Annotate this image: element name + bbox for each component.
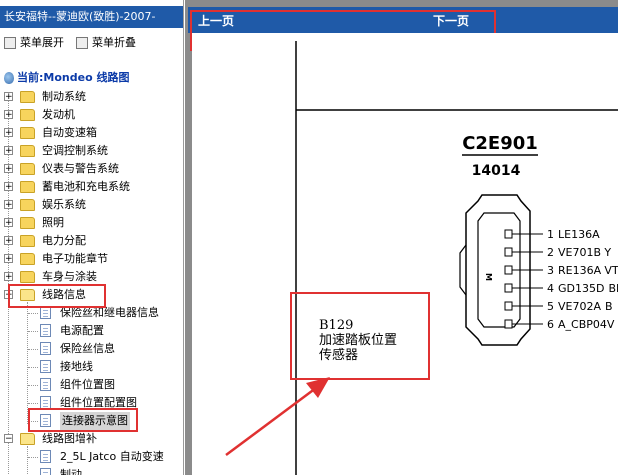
arrow-shaft — [225, 383, 321, 457]
arrow-head — [306, 377, 330, 398]
red-arrow-annotation — [225, 377, 330, 457]
